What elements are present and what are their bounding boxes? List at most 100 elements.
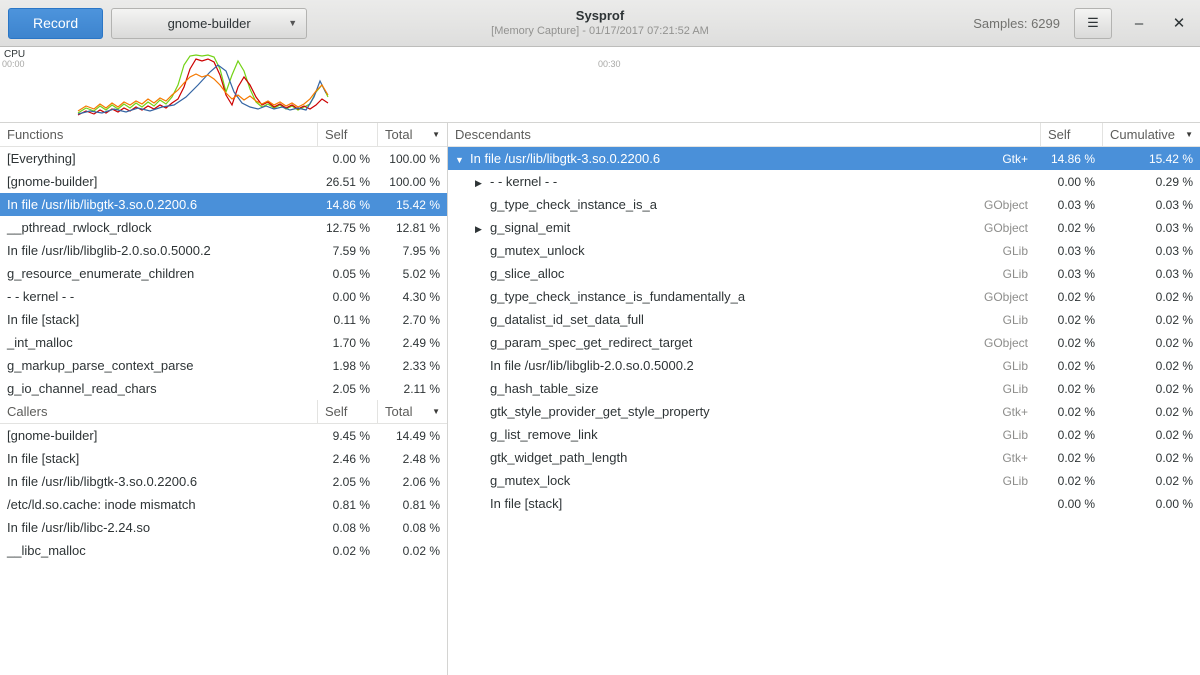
table-row[interactable]: g_hash_table_sizeGLib0.02 %0.02 % [448, 377, 1200, 400]
functions-table-body: [Everything]0.00 %100.00 %[gnome-builder… [0, 147, 447, 400]
total-value: 2.33 % [377, 359, 447, 373]
category-label: GLib [970, 267, 1040, 281]
self-value: 26.51 % [317, 175, 377, 189]
total-value: 14.49 % [377, 429, 447, 443]
table-row[interactable]: g_type_check_instance_is_fundamentally_a… [448, 285, 1200, 308]
table-row[interactable]: g_mutex_unlockGLib0.03 %0.03 % [448, 239, 1200, 262]
cpu-usage-graph[interactable]: CPU 00:00 00:30 [0, 47, 1200, 123]
total-value: 2.48 % [377, 452, 447, 466]
cumulative-value: 0.02 % [1102, 405, 1200, 419]
table-row[interactable]: g_param_spec_get_redirect_target GObject0… [448, 331, 1200, 354]
table-row[interactable]: ▶g_signal_emitGObject0.02 %0.03 % [448, 216, 1200, 239]
function-name: [gnome-builder] [0, 174, 317, 189]
table-row[interactable]: /etc/ld.so.cache: inode mismatch0.81 %0.… [0, 493, 447, 516]
time-tick-start: 00:00 [2, 59, 25, 69]
chevron-down-icon: ▼ [288, 18, 297, 28]
expander-icon[interactable]: ▼ [455, 155, 470, 165]
table-row[interactable]: g_resource_enumerate_children0.05 %5.02 … [0, 262, 447, 285]
column-header-self[interactable]: Self [317, 123, 377, 146]
table-row[interactable]: g_type_check_instance_is_aGObject0.03 %0… [448, 193, 1200, 216]
total-value: 0.08 % [377, 521, 447, 535]
table-row[interactable]: gtk_style_provider_get_style_propertyGtk… [448, 400, 1200, 423]
function-name: gtk_style_provider_get_style_property [490, 404, 710, 419]
column-header-self[interactable]: Self [1040, 123, 1102, 146]
category-label: GLib [970, 244, 1040, 258]
menu-button[interactable]: ☰ [1074, 8, 1112, 39]
category-label: Gtk+ [970, 152, 1040, 166]
function-name: g_type_check_instance_is_fundamentally_a [490, 289, 745, 304]
total-value: 5.02 % [377, 267, 447, 281]
total-value: 2.70 % [377, 313, 447, 327]
table-row[interactable]: In file /usr/lib/libc-2.24.so0.08 %0.08 … [0, 516, 447, 539]
table-row[interactable]: gtk_widget_path_lengthGtk+0.02 %0.02 % [448, 446, 1200, 469]
function-name: g_io_channel_read_chars [0, 381, 317, 396]
descendants-table-body: ▼In file /usr/lib/libgtk-3.so.0.2200.6Gt… [448, 147, 1200, 515]
function-name: g_slice_alloc [490, 266, 564, 281]
minimize-button[interactable]: – [1126, 10, 1152, 36]
column-header-descendants[interactable]: Descendants [448, 123, 1040, 146]
total-value: 2.06 % [377, 475, 447, 489]
self-value: 0.03 % [1040, 267, 1102, 281]
self-value: 0.81 % [317, 498, 377, 512]
table-row[interactable]: In file [stack]0.11 %2.70 % [0, 308, 447, 331]
table-row[interactable]: g_datalist_id_set_data_fullGLib0.02 %0.0… [448, 308, 1200, 331]
total-value: 7.95 % [377, 244, 447, 258]
right-pane: Descendants Self Cumulative ▼ ▼In file /… [448, 123, 1200, 675]
table-row[interactable]: [gnome-builder]26.51 %100.00 % [0, 170, 447, 193]
cumulative-value: 0.03 % [1102, 244, 1200, 258]
column-header-functions[interactable]: Functions [0, 123, 317, 146]
self-value: 0.05 % [317, 267, 377, 281]
table-row[interactable]: g_list_remove_linkGLib0.02 %0.02 % [448, 423, 1200, 446]
table-row[interactable]: ▼In file /usr/lib/libgtk-3.so.0.2200.6Gt… [448, 147, 1200, 170]
self-value: 0.02 % [1040, 474, 1102, 488]
table-row[interactable]: g_mutex_lockGLib0.02 %0.02 % [448, 469, 1200, 492]
table-row[interactable]: In file /usr/lib/libglib-2.0.so.0.5000.2… [0, 239, 447, 262]
callers-table-body: [gnome-builder]9.45 %14.49 %In file [sta… [0, 424, 447, 562]
target-selector-dropdown[interactable]: gnome-builder ▼ [111, 8, 307, 39]
table-row[interactable]: [Everything]0.00 %100.00 % [0, 147, 447, 170]
self-value: 0.00 % [317, 290, 377, 304]
column-header-cumulative[interactable]: Cumulative ▼ [1102, 123, 1200, 146]
category-label: GObject [970, 221, 1040, 235]
table-row[interactable]: g_markup_parse_context_parse1.98 %2.33 % [0, 354, 447, 377]
column-header-callers[interactable]: Callers [0, 400, 317, 423]
table-row[interactable]: g_io_channel_read_chars2.05 %2.11 % [0, 377, 447, 400]
sort-indicator-icon: ▼ [432, 130, 440, 139]
table-row[interactable]: In file /usr/lib/libgtk-3.so.0.2200.614.… [0, 193, 447, 216]
column-header-total[interactable]: Total ▼ [377, 123, 447, 146]
table-row[interactable]: In file /usr/lib/libgtk-3.so.0.2200.62.0… [0, 470, 447, 493]
table-row[interactable]: In file [stack]0.00 %0.00 % [448, 492, 1200, 515]
table-row[interactable]: __libc_malloc0.02 %0.02 % [0, 539, 447, 562]
function-name: In file /usr/lib/libc-2.24.so [0, 520, 317, 535]
expander-icon[interactable]: ▶ [475, 178, 490, 189]
expander-icon[interactable]: ▶ [475, 224, 490, 235]
total-value: 2.11 % [377, 382, 447, 396]
column-header-self[interactable]: Self [317, 400, 377, 423]
record-button[interactable]: Record [8, 8, 103, 39]
self-value: 12.75 % [317, 221, 377, 235]
table-row[interactable]: ▶- - kernel - -0.00 %0.29 % [448, 170, 1200, 193]
self-value: 0.02 % [1040, 313, 1102, 327]
category-label: GObject [970, 336, 1040, 350]
function-name: [Everything] [0, 151, 317, 166]
self-value: 0.02 % [317, 544, 377, 558]
function-name: g_param_spec_get_redirect_target [490, 335, 692, 350]
function-name: g_list_remove_link [490, 427, 598, 442]
table-row[interactable]: - - kernel - -0.00 %4.30 % [0, 285, 447, 308]
function-name: g_mutex_unlock [490, 243, 585, 258]
table-row[interactable]: __pthread_rwlock_rdlock12.75 %12.81 % [0, 216, 447, 239]
function-name: gtk_widget_path_length [490, 450, 627, 465]
table-row[interactable]: In file /usr/lib/libglib-2.0.so.0.5000.2… [448, 354, 1200, 377]
self-value: 0.02 % [1040, 336, 1102, 350]
table-row[interactable]: g_slice_allocGLib0.03 %0.03 % [448, 262, 1200, 285]
function-name: g_datalist_id_set_data_full [490, 312, 644, 327]
self-value: 0.03 % [1040, 198, 1102, 212]
table-row[interactable]: In file [stack]2.46 %2.48 % [0, 447, 447, 470]
table-row[interactable]: [gnome-builder]9.45 %14.49 % [0, 424, 447, 447]
column-header-total[interactable]: Total ▼ [377, 400, 447, 423]
function-name: - - kernel - - [490, 174, 557, 189]
category-label: GLib [970, 313, 1040, 327]
close-button[interactable]: ✕ [1166, 10, 1192, 36]
table-row[interactable]: _int_malloc1.70 %2.49 % [0, 331, 447, 354]
titlebar: Record gnome-builder ▼ Sysprof [Memory C… [0, 0, 1200, 47]
